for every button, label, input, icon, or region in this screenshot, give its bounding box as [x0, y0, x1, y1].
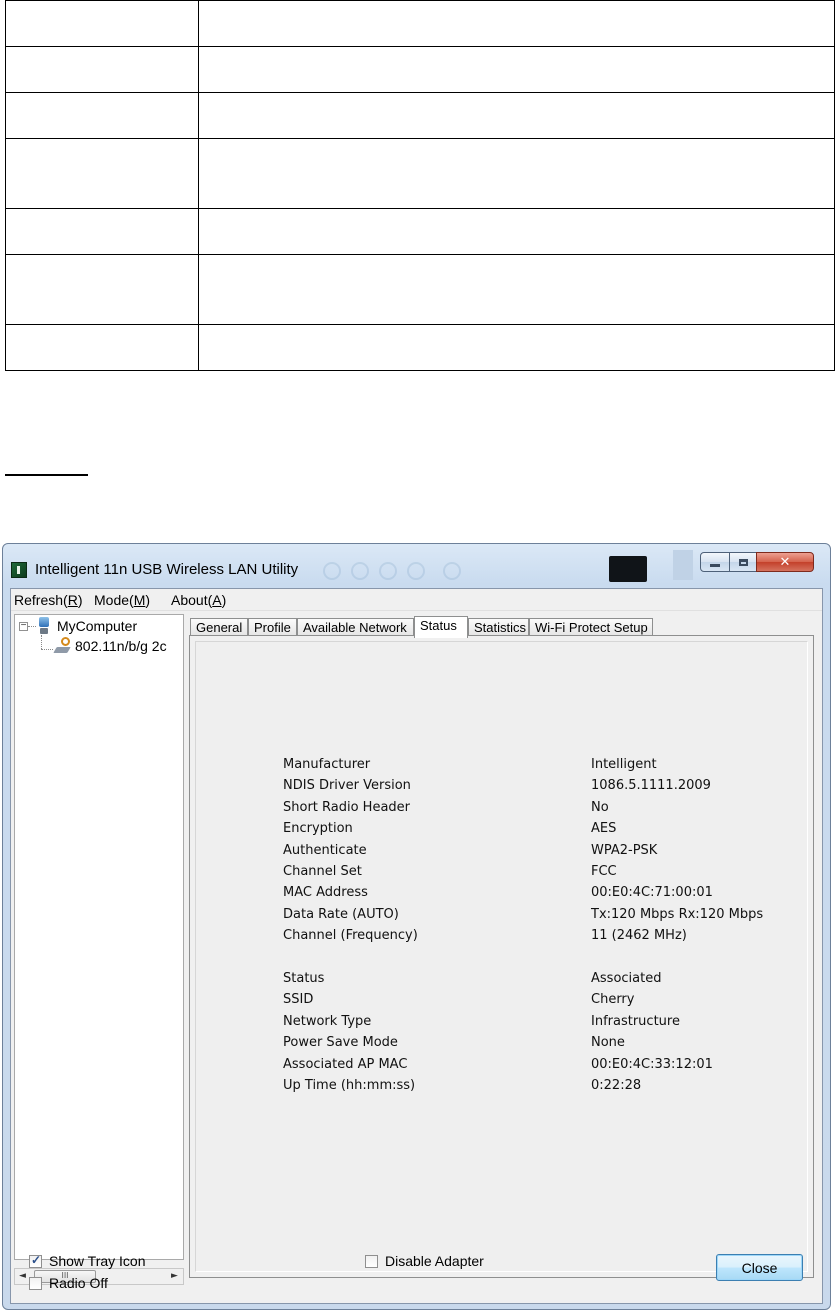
maximize-button[interactable] [729, 552, 757, 572]
table-cell [198, 0, 835, 47]
table-cell [5, 0, 199, 47]
table-cell [198, 324, 835, 371]
table-cell [5, 208, 199, 255]
tree-item-adapter[interactable]: 802.11n/b/g 2c [75, 638, 167, 654]
status-label: Authenticate [283, 842, 367, 858]
status-label: Up Time (hh:mm:ss) [283, 1078, 416, 1093]
menu-bar: Refresh(R) Mode(M) About(A) [11, 589, 822, 611]
status-value: No [591, 799, 609, 815]
device-tree[interactable]: − MyComputer 802.11n/b/g 2c [14, 614, 184, 1260]
table-cell [5, 46, 199, 93]
status-label: Channel Set [283, 864, 362, 879]
menu-about[interactable]: About(A) [171, 592, 226, 608]
table-cell [198, 254, 835, 325]
maximize-icon [738, 558, 748, 566]
computer-icon [37, 617, 51, 635]
app-icon [11, 562, 27, 578]
status-value: 0:22:28 [591, 1078, 642, 1093]
status-panel: Manufacturer Intelligent NDIS Driver Versi… [189, 635, 814, 1278]
minimize-icon [710, 563, 720, 567]
status-value: 11 (2462 MHz) [591, 928, 687, 944]
table-cell [5, 138, 199, 209]
table-cell [5, 324, 199, 371]
status-value: FCC [591, 864, 617, 879]
aero-background-decoration [303, 554, 603, 584]
status-label: Manufacturer [283, 757, 371, 772]
check-icon: ✓ [31, 1253, 42, 1267]
close-button[interactable]: Close [716, 1254, 803, 1281]
wireless-adapter-icon [53, 637, 73, 655]
status-label: Data Rate (AUTO) [283, 906, 399, 922]
table-cell [198, 92, 835, 139]
scroll-left-icon[interactable]: ◄ [19, 1271, 26, 1281]
status-value: 00:E0:4C:33:12:01 [591, 1056, 713, 1072]
status-label: SSID [283, 992, 314, 1008]
table-cell [5, 92, 199, 139]
status-value: AES [591, 821, 617, 837]
status-label: MAC Address [283, 885, 368, 901]
status-value: Intelligent [591, 757, 657, 772]
title-bar[interactable]: Intelligent 11n USB Wireless LAN Utility… [3, 544, 830, 588]
status-label: NDIS Driver Version [283, 778, 411, 794]
status-label: Associated AP MAC [283, 1056, 408, 1072]
status-value: 1086.5.1111.2009 [591, 778, 711, 794]
scroll-right-icon[interactable]: ► [171, 1271, 178, 1281]
tree-item-mycomputer[interactable]: MyComputer [57, 618, 137, 634]
status-value: Cherry [591, 992, 635, 1008]
status-value: None [591, 1035, 625, 1051]
status-label: Network Type [283, 1013, 372, 1029]
status-label: Status [283, 971, 325, 986]
status-label: Encryption [283, 821, 353, 837]
background-window-fragment [673, 550, 693, 580]
table-cell [198, 138, 835, 209]
tab-status[interactable]: Status [414, 616, 468, 638]
document-table [5, 0, 835, 371]
status-label: Short Radio Header [283, 799, 411, 815]
window-client-area: Refresh(R) Mode(M) About(A) − MyComputer… [10, 588, 823, 1304]
menu-mode[interactable]: Mode(M) [94, 592, 150, 608]
status-list: Manufacturer Intelligent NDIS Driver Versi… [283, 757, 783, 1197]
status-value: Infrastructure [591, 1013, 680, 1029]
status-value: WPA2-PSK [591, 842, 658, 858]
section-heading-underline [5, 474, 88, 476]
table-cell [198, 46, 835, 93]
status-value: 00:E0:4C:71:00:01 [591, 885, 713, 901]
status-label: Power Save Mode [283, 1035, 398, 1051]
window-title: Intelligent 11n USB Wireless LAN Utility [35, 561, 299, 578]
status-label: Channel (Frequency) [283, 928, 418, 944]
status-value: Associated [591, 971, 662, 986]
background-window-fragment [609, 556, 647, 582]
menu-refresh[interactable]: Refresh(R) [14, 592, 82, 608]
table-cell [5, 254, 199, 325]
collapse-icon[interactable]: − [19, 621, 28, 631]
utility-window: Intelligent 11n USB Wireless LAN Utility… [2, 543, 831, 1310]
status-value: Tx:120 Mbps Rx:120 Mbps [591, 906, 764, 922]
close-icon: ✕ [779, 554, 791, 570]
minimize-button[interactable] [700, 552, 730, 572]
window-close-button[interactable]: ✕ [756, 552, 814, 572]
table-cell [198, 208, 835, 255]
